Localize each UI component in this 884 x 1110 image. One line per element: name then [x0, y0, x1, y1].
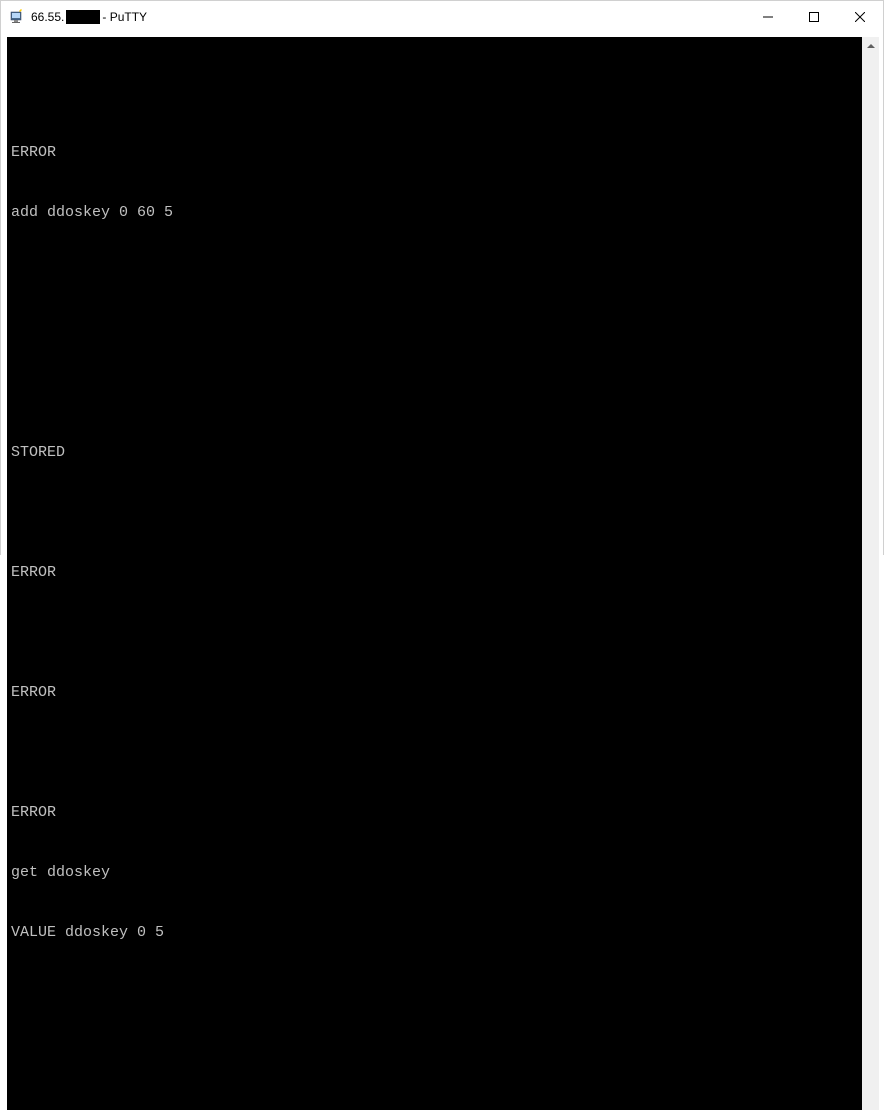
terminal-line	[11, 623, 858, 643]
terminal-line: VALUE ddoskey 0 5	[11, 923, 858, 943]
scroll-track[interactable]	[862, 54, 879, 1110]
terminal-line	[11, 743, 858, 763]
window-controls	[745, 1, 883, 33]
terminal-line	[11, 263, 858, 283]
terminal-line	[11, 1043, 858, 1063]
terminal-line	[11, 83, 858, 103]
client-area: ERROR add ddoskey 0 60 5 STORED ERROR ER…	[1, 33, 883, 1110]
title-ip-prefix: 66.55.	[31, 10, 64, 24]
terminal[interactable]: ERROR add ddoskey 0 60 5 STORED ERROR ER…	[7, 37, 862, 1110]
terminal-line	[11, 1103, 858, 1110]
close-button[interactable]	[837, 1, 883, 33]
title-ip-redacted	[66, 10, 100, 24]
terminal-line: ERROR	[11, 683, 858, 703]
minimize-button[interactable]	[745, 1, 791, 33]
terminal-line: STORED	[11, 443, 858, 463]
terminal-line: ERROR	[11, 803, 858, 823]
terminal-line	[11, 983, 858, 1003]
terminal-line: ERROR	[11, 143, 858, 163]
terminal-line: ERROR	[11, 563, 858, 583]
putty-icon	[9, 9, 25, 25]
terminal-line	[11, 383, 858, 403]
putty-window: 66.55. - PuTTY ERROR add ddoskey 0 60 5	[0, 0, 884, 555]
window-title: 66.55. - PuTTY	[31, 10, 147, 24]
maximize-button[interactable]	[791, 1, 837, 33]
terminal-line: get ddoskey	[11, 863, 858, 883]
terminal-line	[11, 323, 858, 343]
titlebar[interactable]: 66.55. - PuTTY	[1, 1, 883, 33]
vertical-scrollbar[interactable]	[862, 37, 879, 1110]
terminal-line	[11, 503, 858, 523]
title-suffix: - PuTTY	[102, 10, 147, 24]
terminal-line: add ddoskey 0 60 5	[11, 203, 858, 223]
scroll-up-arrow-icon[interactable]	[862, 37, 879, 54]
